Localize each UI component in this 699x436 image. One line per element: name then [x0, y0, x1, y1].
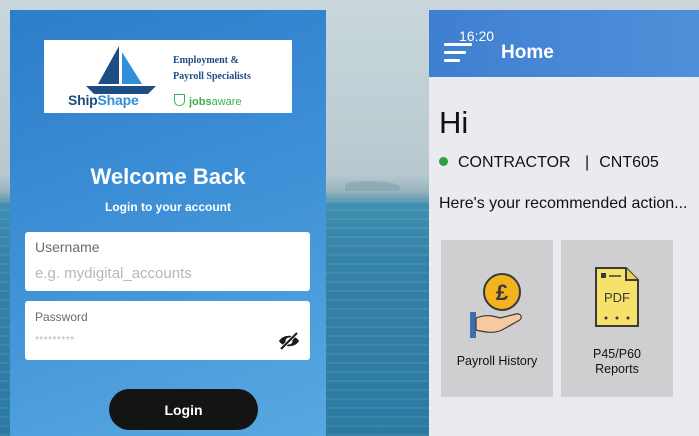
svg-text:£: £ — [496, 280, 509, 305]
welcome-heading: Welcome Back — [90, 164, 246, 189]
page-title: Home — [501, 42, 554, 63]
payroll-history-label: Payroll History — [456, 354, 538, 368]
brand-tagline-line1: Employment & — [173, 55, 239, 66]
username-label: Username — [35, 239, 100, 255]
password-input[interactable]: ********* — [35, 335, 75, 346]
password-field[interactable]: Password ********* — [25, 301, 310, 360]
jobsaware-badge: jobsaware — [174, 94, 242, 108]
user-role-line: CONTRACTOR | CNT605 — [439, 154, 659, 172]
role-separator: | — [585, 154, 590, 171]
distant-island — [345, 181, 400, 191]
company-logo: ShipShape Employment & Payroll Specialis… — [44, 40, 292, 113]
pdf-document-icon: PDF — [595, 267, 639, 327]
sailboat-logo-icon — [86, 46, 156, 94]
recommended-actions-heading: Here's your recommended action... — [439, 195, 688, 212]
payroll-history-icon: £ — [470, 273, 522, 338]
greeting: Hi — [439, 105, 469, 140]
password-label: Password — [35, 310, 88, 324]
home-screen: 16:20 Home Hi CONTRACTOR | CNT605 Here's … — [429, 10, 699, 436]
hamburger-menu-icon[interactable] — [444, 43, 472, 63]
username-input[interactable] — [35, 265, 275, 282]
login-subtitle: Login to your account — [105, 200, 231, 214]
app-bar: 16:20 Home — [429, 10, 699, 77]
status-bar-time: 16:20 — [459, 28, 495, 44]
shield-check-icon — [174, 94, 185, 106]
brand-name: ShipShape — [68, 92, 139, 108]
p45-p60-reports-tile[interactable]: PDF P45/P60 Reports — [561, 240, 673, 397]
login-screen: ShipShape Employment & Payroll Specialis… — [10, 10, 326, 436]
contractor-code: CNT605 — [599, 154, 659, 171]
role-text: CONTRACTOR — [458, 154, 571, 171]
status-dot-icon — [439, 157, 448, 166]
login-button[interactable]: Login — [109, 389, 258, 430]
svg-text:PDF: PDF — [604, 290, 630, 305]
brand-tagline-line2: Payroll Specialists — [173, 71, 251, 82]
eye-off-icon[interactable] — [277, 331, 301, 351]
p45-p60-reports-label: P45/P60 Reports — [593, 347, 641, 376]
username-field[interactable]: Username — [25, 232, 310, 291]
payroll-history-tile[interactable]: £ Payroll History — [441, 240, 553, 397]
